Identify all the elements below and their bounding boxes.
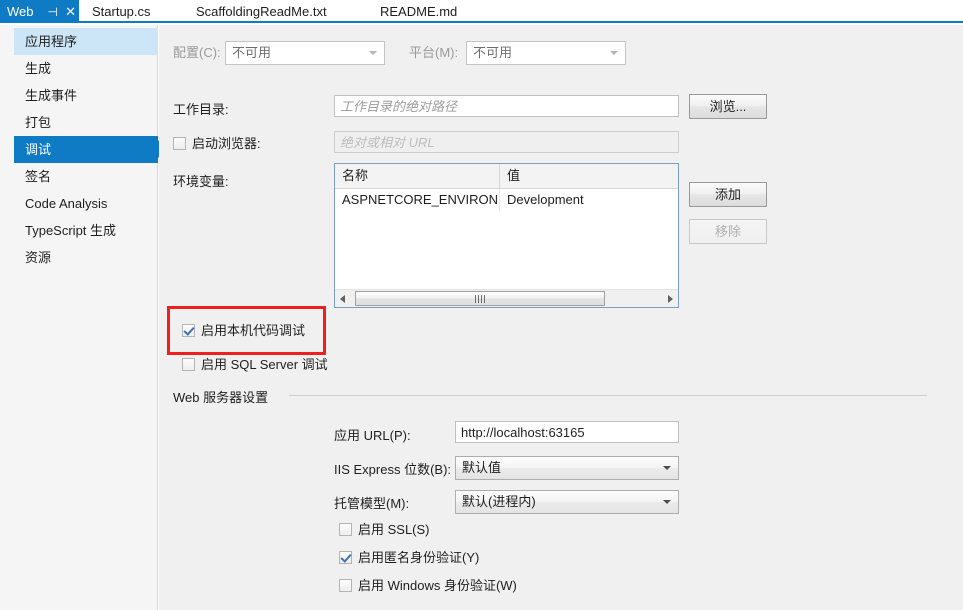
environment-variables-grid[interactable]: 名称 值 ASPNETCORE_ENVIRONMENT Development	[334, 163, 679, 308]
launch-url-input[interactable]	[334, 131, 679, 153]
tab-readme-md[interactable]: README.md	[372, 0, 465, 23]
sidebar-item-code-analysis[interactable]: Code Analysis	[14, 190, 158, 217]
sql-server-debugging-label: 启用 SQL Server 调试	[201, 357, 328, 372]
grid-header-name[interactable]: 名称	[335, 164, 500, 188]
windows-auth-label: 启用 Windows 身份验证(W)	[358, 578, 517, 593]
hosting-model-value: 默认(进程内)	[462, 494, 536, 509]
enable-ssl-label: 启用 SSL(S)	[358, 522, 430, 537]
app-url-input[interactable]	[455, 421, 679, 443]
launch-browser-label: 启动浏览器:	[192, 136, 261, 151]
left-pane: 应用程序 生成 生成事件 打包 调试 签名 Code Analysis Type…	[0, 25, 167, 610]
hosting-model-dropdown[interactable]: 默认(进程内)	[455, 490, 679, 514]
grid-cell-name[interactable]: ASPNETCORE_ENVIRONMENT	[335, 189, 500, 211]
platform-value: 不可用	[473, 45, 513, 60]
sidebar-item-resources[interactable]: 资源	[14, 244, 158, 271]
platform-label: 平台(M):	[409, 45, 459, 60]
iis-bitness-dropdown[interactable]: 默认值	[455, 456, 679, 480]
tab-startup-cs[interactable]: Startup.cs	[84, 0, 159, 23]
sidebar: 应用程序 生成 生成事件 打包 调试 签名 Code Analysis Type…	[14, 28, 167, 271]
tab-scaffolding-readme[interactable]: ScaffoldingReadMe.txt	[188, 0, 335, 23]
launch-browser-checkbox[interactable]	[173, 137, 186, 150]
close-icon[interactable]: ✕	[64, 1, 77, 24]
browse-button[interactable]: 浏览...	[689, 94, 767, 119]
launch-browser-checkbox-row[interactable]: 启动浏览器:	[173, 136, 261, 152]
section-divider	[289, 395, 927, 396]
windows-auth-checkbox-row[interactable]: 启用 Windows 身份验证(W)	[339, 578, 517, 594]
windows-auth-checkbox[interactable]	[339, 579, 352, 592]
web-server-section-header: Web 服务器设置	[173, 387, 953, 405]
sidebar-item-build[interactable]: 生成	[14, 55, 158, 82]
sidebar-item-signing[interactable]: 签名	[14, 163, 158, 190]
anonymous-auth-checkbox-row[interactable]: 启用匿名身份验证(Y)	[339, 550, 479, 566]
add-env-var-button[interactable]: 添加	[689, 182, 767, 207]
sidebar-item-typescript-build[interactable]: TypeScript 生成	[14, 217, 158, 244]
hosting-model-label: 托管模型(M):	[334, 496, 410, 511]
configuration-row: 配置(C): 不可用 平台(M): 不可用	[159, 40, 963, 66]
grid-horizontal-scrollbar[interactable]	[335, 289, 678, 307]
platform-dropdown[interactable]: 不可用	[466, 41, 626, 65]
iis-bitness-value: 默认值	[462, 460, 502, 475]
scrollbar-thumb[interactable]	[355, 291, 605, 306]
native-code-debugging-checkbox-row[interactable]: 启用本机代码调试	[182, 323, 305, 339]
native-code-debugging-checkbox[interactable]	[182, 324, 195, 337]
anonymous-auth-label: 启用匿名身份验证(Y)	[358, 550, 480, 565]
tab-web-label: Web	[7, 4, 34, 19]
web-server-section-title: Web 服务器设置	[173, 390, 269, 405]
configuration-dropdown[interactable]: 不可用	[225, 41, 385, 65]
anonymous-auth-checkbox[interactable]	[339, 551, 352, 564]
table-row[interactable]: ASPNETCORE_ENVIRONMENT Development	[335, 189, 678, 211]
tab-strip: Web ⊣ ✕ Startup.cs ScaffoldingReadMe.txt …	[0, 0, 963, 23]
enable-ssl-checkbox[interactable]	[339, 523, 352, 536]
sidebar-item-package[interactable]: 打包	[14, 109, 158, 136]
tab-web-icons: ⊣ ✕	[46, 0, 77, 24]
working-directory-input[interactable]	[334, 95, 679, 117]
sql-server-debugging-checkbox[interactable]	[182, 358, 195, 371]
chevron-down-icon	[369, 51, 377, 55]
remove-env-var-button[interactable]: 移除	[689, 219, 767, 244]
environment-variables-label: 环境变量:	[173, 174, 229, 189]
scroll-left-arrow-icon[interactable]	[335, 290, 352, 307]
sidebar-item-application[interactable]: 应用程序	[14, 28, 158, 55]
tab-web[interactable]: Web ⊣ ✕	[0, 0, 79, 23]
app-url-label: 应用 URL(P):	[334, 428, 411, 443]
grid-header-row: 名称 值	[335, 164, 678, 189]
debug-settings-pane: 配置(C): 不可用 平台(M): 不可用 工作目录: 浏览... 启动浏览器:…	[159, 25, 963, 610]
grid-cell-value[interactable]: Development	[500, 189, 678, 211]
working-directory-label: 工作目录:	[173, 102, 229, 117]
native-code-debugging-label: 启用本机代码调试	[201, 323, 306, 338]
iis-bitness-label: IIS Express 位数(B):	[334, 462, 452, 477]
scroll-right-arrow-icon[interactable]	[661, 290, 678, 307]
sidebar-item-debug[interactable]: 调试	[14, 136, 167, 163]
sidebar-item-build-events[interactable]: 生成事件	[14, 82, 158, 109]
chevron-down-icon	[663, 500, 671, 504]
pin-icon[interactable]: ⊣	[46, 1, 59, 24]
sql-server-debugging-checkbox-row[interactable]: 启用 SQL Server 调试	[182, 357, 328, 373]
chevron-down-icon	[610, 51, 618, 55]
grid-header-value[interactable]: 值	[500, 164, 678, 188]
chevron-down-icon	[663, 466, 671, 470]
configuration-label: 配置(C):	[173, 45, 221, 60]
configuration-value: 不可用	[232, 45, 272, 60]
enable-ssl-checkbox-row[interactable]: 启用 SSL(S)	[339, 522, 430, 538]
grip-icon	[475, 295, 485, 303]
